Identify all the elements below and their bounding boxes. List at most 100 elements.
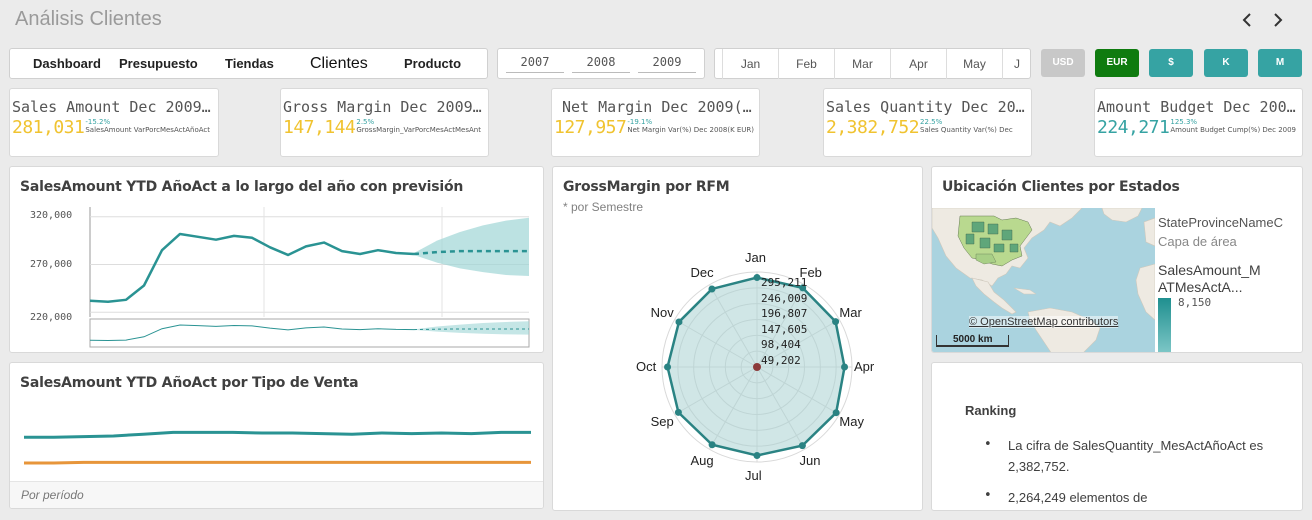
navigator	[89, 318, 530, 348]
radar-ring-label: 49,202	[761, 353, 801, 367]
next-sheet-button[interactable]	[1267, 9, 1289, 31]
map-scale: 5000 km	[936, 335, 1010, 347]
tab-producto[interactable]: Producto	[404, 49, 461, 79]
legend-max: 8,150	[1178, 296, 1212, 309]
kpi-title: Gross Margin Dec 2009(K EUR)	[283, 98, 488, 116]
sales-type-chart	[24, 430, 531, 465]
kpi-subtitle: GrossMargin_VarPorcMesActMesAnt	[356, 126, 481, 134]
radar-chart	[661, 271, 853, 463]
radar-point	[753, 274, 761, 282]
month-spacer	[715, 49, 723, 79]
gross-margin-rfm-panel[interactable]: GrossMargin por RFM * por Semestre Jan Fe…	[552, 166, 923, 511]
radar-category-label: Dec	[690, 264, 714, 280]
year-2007[interactable]: 2007	[506, 55, 564, 73]
kpi-percent: 125.3%	[1170, 118, 1198, 126]
year-2009[interactable]: 2009	[638, 55, 696, 73]
kpi-value: 127,957	[554, 117, 627, 138]
month-mar[interactable]: Mar	[835, 49, 891, 79]
thousands-button[interactable]: K	[1204, 49, 1248, 77]
kpi-percent: 2.5%	[356, 118, 375, 126]
kpi-sales-quantity[interactable]: Sales Quantity Dec 2009(K EUR) 2,382,752…	[823, 88, 1032, 157]
kpi-amount-budget[interactable]: Amount Budget Dec 2009(K EUR) 224,271 12…	[1094, 88, 1303, 157]
radar-ring-label: 295,211	[761, 276, 808, 289]
radar-category-label: Apr	[854, 359, 875, 374]
series-line-0	[24, 430, 531, 439]
map-canvas[interactable]	[932, 208, 1155, 353]
radar-point	[664, 363, 672, 371]
radar-category-label: Sep	[650, 413, 674, 429]
month-feb[interactable]: Feb	[779, 49, 835, 79]
radar-center	[753, 363, 761, 371]
radar-ring-label: 98,404	[761, 338, 801, 351]
radar-category-label: Mar	[839, 304, 862, 320]
footer-text: Por período	[21, 488, 84, 502]
month-apr[interactable]: Apr	[891, 49, 947, 79]
kpi-subtitle: Amount Budget Cump(%) Dec 2009	[1170, 126, 1297, 134]
radar-point	[753, 451, 761, 459]
chevron-right-icon	[1274, 13, 1283, 27]
bullet: •	[984, 437, 992, 452]
forecast-band	[414, 217, 529, 276]
legend-dimension: StateProvinceNameC	[1158, 215, 1283, 230]
eur-button[interactable]: EUR	[1095, 49, 1139, 77]
radar-category-label: Jun	[799, 453, 821, 469]
chevron-left-icon	[1242, 13, 1251, 27]
radar-category-label: Nov	[650, 304, 674, 320]
radar-ring-label: 196,807	[761, 307, 808, 320]
radar-category-label: Aug	[690, 453, 714, 469]
radar-category-label: Oct	[636, 359, 657, 374]
sheet-nav: Dashboard Presupuesto Tiendas Clientes P…	[9, 48, 488, 79]
ranking-title: Ranking	[965, 403, 1017, 418]
kpi-subtitle: SalesAmount VarPorcMesActAñoAct	[85, 126, 210, 134]
year-filter: 2007 2008 2009	[497, 48, 705, 79]
radar-point	[832, 318, 840, 326]
radar-point	[841, 363, 849, 371]
kpi-subtitle: Sales Quantity Var(%) Dec 2008	[920, 126, 1015, 134]
radar-ring-label: 246,009	[761, 291, 808, 305]
month-filter: Jan Feb Mar Apr May J	[714, 48, 1031, 79]
sales-type-panel[interactable]: SalesAmount YTD AñoAct por Tipo de Venta…	[9, 362, 544, 509]
series-line-1	[24, 460, 531, 465]
tab-tiendas[interactable]: Tiendas	[225, 49, 274, 79]
sales-line	[89, 232, 415, 303]
legend-layer: Capa de área	[1158, 234, 1237, 249]
kpi-percent: -15.2%	[85, 118, 111, 126]
panel-title: Ubicación Clientes por Estados	[942, 179, 1180, 195]
kpi-subtitle: Net Margin Var(%) Dec 2008(K EUR)	[627, 126, 755, 134]
previous-sheet-button[interactable]	[1236, 9, 1258, 31]
line-chart	[89, 207, 530, 348]
kpi-sales-amount[interactable]: Sales Amount Dec 2009(K EUR) 281,031 -15…	[9, 88, 219, 157]
map-panel[interactable]: Ubicación Clientes por Estados © OpenStr…	[931, 166, 1303, 353]
ranking-item: La cifra de SalesQuantity_MesActAñoAct e…	[1008, 438, 1264, 474]
map-attribution[interactable]: © OpenStreetMap contributors	[969, 316, 1119, 328]
sales-forecast-panel[interactable]: SalesAmount YTD AñoAct a lo largo del añ…	[9, 166, 544, 353]
kpi-value: 147,144	[283, 117, 356, 138]
year-2008[interactable]: 2008	[572, 55, 630, 73]
radar-point	[675, 318, 683, 326]
radar-point	[674, 408, 682, 416]
kpi-gross-margin[interactable]: Gross Margin Dec 2009(K EUR) 147,144 2.5…	[280, 88, 489, 157]
legend-gradient	[1158, 298, 1171, 352]
month-may[interactable]: May	[947, 49, 1003, 79]
month-jan[interactable]: Jan	[723, 49, 779, 79]
kpi-title: Net Margin Dec 2009(K EUR)	[562, 98, 759, 116]
millions-button[interactable]: M	[1258, 49, 1302, 77]
month-jun[interactable]: J	[1003, 49, 1031, 79]
kpi-title: Sales Quantity Dec 2009(K EUR)	[826, 98, 1031, 116]
ranking-panel[interactable]: Ranking • La cifra de SalesQuantity_MesA…	[931, 362, 1303, 511]
kpi-value: 281,031	[12, 117, 85, 138]
tab-presupuesto[interactable]: Presupuesto	[119, 49, 198, 79]
kpi-net-margin[interactable]: Net Margin Dec 2009(K EUR) 127,957 -19.1…	[551, 88, 760, 157]
tab-dashboard[interactable]: Dashboard	[33, 49, 101, 79]
kpi-percent: -19.1%	[627, 118, 653, 126]
kpi-value: 2,382,752	[826, 117, 920, 138]
radar-category-label: Jan	[745, 250, 766, 265]
legend-measure: SalesAmount_MATMesActA...	[1158, 262, 1261, 295]
kpi-title: Sales Amount Dec 2009(K EUR)	[12, 98, 218, 116]
kpi-value: 224,271	[1097, 117, 1170, 138]
dollar-button[interactable]: $	[1149, 49, 1193, 77]
kpi-title: Amount Budget Dec 2009(K EUR)	[1097, 98, 1302, 116]
usd-button[interactable]: USD	[1041, 49, 1085, 77]
tab-clientes[interactable]: Clientes	[310, 49, 368, 79]
app-title: Análisis Clientes	[15, 8, 162, 30]
